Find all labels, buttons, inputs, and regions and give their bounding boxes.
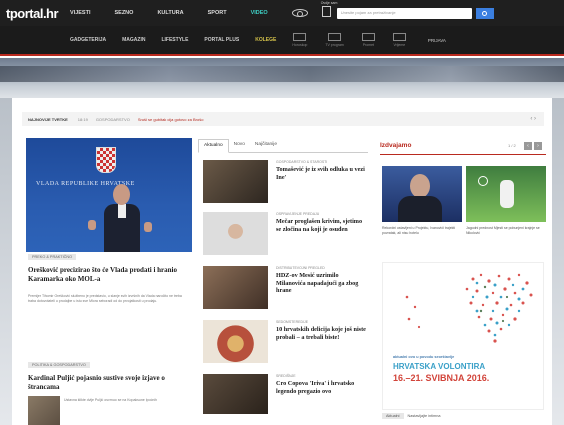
traffic-icon	[361, 33, 375, 41]
list-item-thumbnail	[203, 266, 268, 309]
featured-image-1[interactable]	[382, 166, 462, 222]
list-item-headline[interactable]: Tomašević je iz svih odluka u vezi Ine'	[276, 166, 368, 181]
list-item-headline[interactable]: HDZ-ov Mesić uzrimilo Milanovića napadaj…	[276, 272, 368, 295]
second-story-headline[interactable]: Kardinal Puljić pojasnio sustive svoje i…	[28, 374, 190, 392]
side-background-right	[552, 98, 564, 425]
dots-trail-graphic	[405, 295, 421, 329]
ticker-label: NAJNOVIJE TVRTKE	[28, 116, 68, 122]
search-icon	[482, 10, 488, 16]
ad-title: HRVATSKA VOLONTIRA	[393, 362, 486, 371]
news-tabs: Aktualno Novo Najčitanije	[198, 139, 368, 153]
lead-story-text: Premijer Tihomir Orešković službeno je p…	[28, 294, 182, 303]
top-nav: tportal.hr VIJESTI SEZNO KULTURA SPORT V…	[0, 0, 564, 26]
search-button[interactable]	[475, 7, 494, 19]
second-story-thumbnail[interactable]	[28, 396, 60, 425]
featured-title: Izdvajamo	[380, 142, 412, 149]
tab-aktualno[interactable]: Aktualno	[198, 139, 229, 153]
background-banner	[0, 58, 564, 98]
next-button[interactable]: ›	[534, 142, 542, 150]
right-tabs: Aktualni Nastavljajte intimna	[382, 413, 444, 419]
tab-nastavljajte[interactable]: Nastavljajte intimna	[404, 413, 445, 419]
list-item-headline[interactable]: Mečar proglašen krivim, sjetimo se zloči…	[276, 218, 368, 233]
tab-novo[interactable]: Novo	[229, 139, 250, 152]
side-background-left	[0, 98, 12, 425]
site-logo[interactable]: tportal.hr	[0, 6, 70, 21]
horoscope-icon	[293, 33, 307, 41]
ticker-time: 18:19	[77, 116, 88, 122]
list-item[interactable]: OSPRAVIJENJE PREDAJU Mečar proglašen kri…	[198, 212, 370, 262]
list-item-headline[interactable]: 10 hrvatskih delicija koje još niste pro…	[276, 326, 368, 341]
list-item-thumbnail	[203, 212, 268, 255]
nav-kultura[interactable]: KULTURA	[157, 10, 183, 16]
second-story-snippet: Ustavna klikte dvlje Puljić osvrnuo se n…	[64, 398, 157, 402]
weather-icon	[392, 33, 406, 41]
list-item-thumbnail	[203, 320, 268, 363]
login-link[interactable]: PRIJAVA	[428, 38, 446, 43]
list-item[interactable]: SEDOMSTEREDIJE 10 hrvatskih delicija koj…	[198, 320, 370, 370]
service-vrijeme[interactable]: Vrijeme	[392, 33, 406, 47]
coat-of-arms-icon	[96, 147, 116, 173]
advertisement[interactable]: aktualni ovo u povodu seorštavlje HRVATS…	[382, 262, 544, 410]
list-item-category: OSPRAVIJENJE PREDAJU	[276, 212, 320, 216]
news-ticker: NAJNOVIJE TVRTKE 18:19 GOSPODARSTVO Sruš…	[22, 112, 544, 126]
eye-icon[interactable]	[291, 9, 308, 17]
tab-aktualni[interactable]: Aktualni	[382, 413, 404, 419]
heart-dots-graphic	[465, 273, 533, 343]
second-story-tag[interactable]: POLITIKA & GOSPODARSTVO	[28, 362, 90, 368]
list-item[interactable]: DISTRIBUTEVOJNI PREGLED HDZ-ov Mesić uzr…	[198, 266, 370, 316]
featured-caption-2[interactable]: Jagodni prednost Mjesti se pobunjeni kra…	[466, 226, 544, 236]
browser-page: tportal.hr VIJESTI SEZNO KULTURA SPORT V…	[0, 0, 564, 425]
tv-icon	[328, 33, 342, 41]
service-promet[interactable]: Promet	[361, 33, 375, 47]
nav-portal-plus[interactable]: PORTAL PLUS	[204, 37, 239, 43]
nav-vijesti[interactable]: VIJESTI	[70, 10, 90, 16]
lead-story-tag[interactable]: PREKO & PRAKTIČNO	[28, 254, 77, 260]
featured-pager: 1 / 2	[508, 143, 516, 148]
list-item-thumbnail	[203, 374, 268, 414]
list-item-thumbnail	[203, 160, 268, 203]
featured-image-2[interactable]	[466, 166, 546, 222]
nav-sport[interactable]: SPORT	[208, 10, 227, 16]
list-item-category: DISTRIBUTEVOJNI PREGLED	[276, 266, 325, 270]
ad-date: 16.–21. SVIBNJA 2016.	[393, 373, 490, 383]
tab-najcitanije[interactable]: Najčitanije	[250, 139, 282, 152]
nav-magazin[interactable]: MAGAZIN	[122, 37, 145, 43]
nav-kolege[interactable]: KOLEGE	[255, 37, 276, 43]
service-tv[interactable]: TV program	[325, 33, 344, 47]
list-item[interactable]: SREDIŠNJE Cro Copova 'Iriva' i hrvatsko …	[198, 374, 370, 424]
ticker-arrows[interactable]: ‹ ›	[530, 116, 536, 122]
person-figure	[104, 184, 140, 252]
featured-divider	[380, 154, 546, 155]
prev-button[interactable]: ‹	[524, 142, 532, 150]
list-item-category: SEDOMSTEREDIJE	[276, 320, 309, 324]
ticker-headline[interactable]: Sruši se gubitak cija gotovo za Brošo	[138, 117, 204, 122]
secondary-nav: GADGETERIJA MAGAZIN LIFESTYLE PORTAL PLU…	[0, 26, 564, 56]
list-item-headline[interactable]: Cro Copova 'Iriva' i hrvatsko legendo pr…	[276, 380, 368, 395]
ticker-category: GOSPODARSTVO	[95, 116, 130, 122]
service-horoskop[interactable]: Horoskop	[292, 33, 307, 47]
mobile-icon[interactable]: Ovdje sam	[321, 1, 337, 17]
nav-gadgeterija[interactable]: GADGETERIJA	[70, 37, 106, 43]
lead-story-headline[interactable]: Orešković precizirao što će Vlada prodat…	[28, 266, 190, 284]
search-input[interactable]: Unesite pojam za pretraživanje	[336, 7, 472, 19]
mobile-label: Ovdje sam	[320, 0, 338, 5]
list-item[interactable]: GOSPODARSTVO & STAROSTI Tomašević je iz …	[198, 160, 370, 210]
ad-small-text: aktualni ovo u povodu seorštavlje	[393, 355, 455, 359]
nav-video[interactable]: VIDEO	[251, 10, 268, 16]
featured-caption-1[interactable]: Rekordni ostavljeni u Projektu, Ivanović…	[382, 226, 460, 236]
nav-sezno[interactable]: SEZNO	[114, 10, 133, 16]
list-item-category: GOSPODARSTVO & STAROSTI	[276, 160, 328, 164]
list-item-category: SREDIŠNJE	[276, 374, 296, 378]
nav-lifestyle[interactable]: LIFESTYLE	[161, 37, 188, 43]
lead-story-image[interactable]: VLADA REPUBLIKE HRVATSKE	[26, 138, 192, 252]
